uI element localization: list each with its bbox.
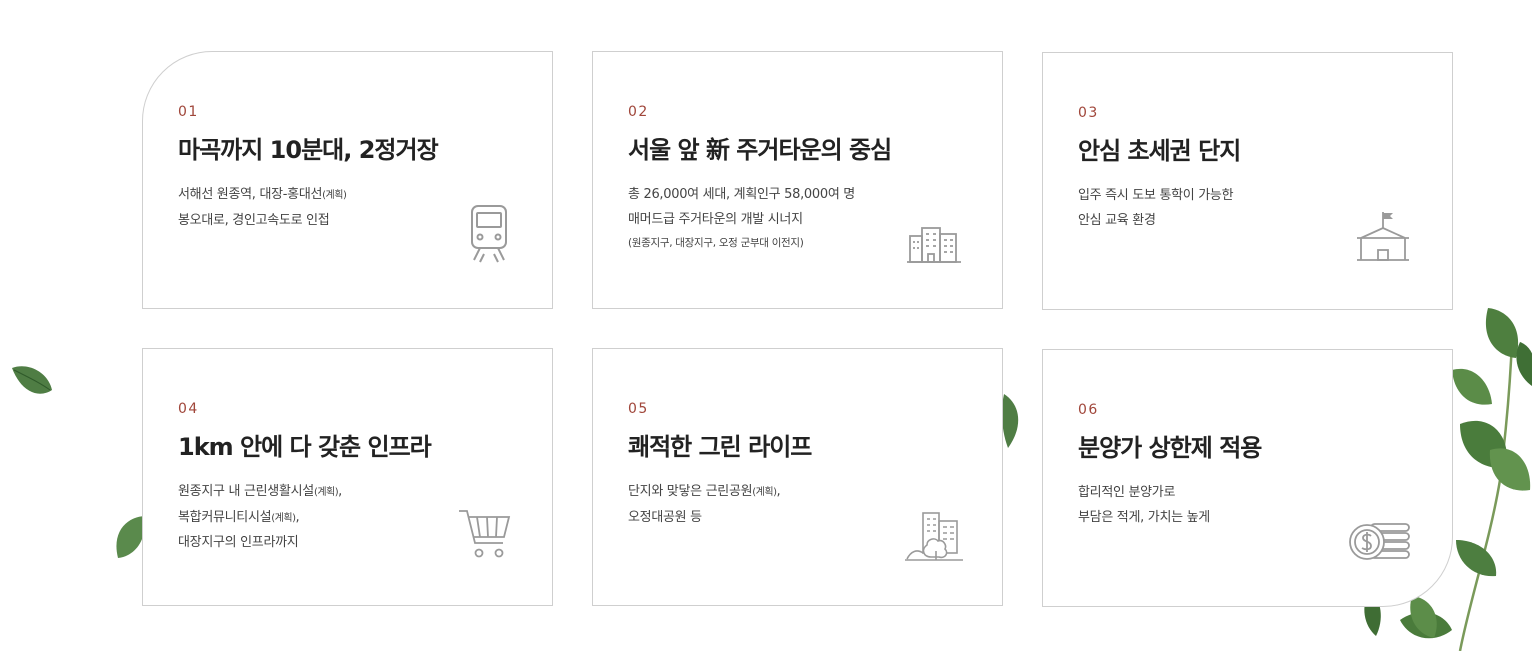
desc-note: (원종지구, 대장지구, 오정 군부대 이전지): [628, 237, 804, 249]
card-number: 02: [628, 104, 649, 120]
card-description: 입주 즉시 도보 통학이 가능한 안심 교육 환경: [1078, 184, 1234, 233]
feature-card-03: 03 안심 초세권 단지 입주 즉시 도보 통학이 가능한 안심 교육 환경: [1042, 52, 1453, 310]
feature-card-02: 02 서울 앞 新 주거타운의 중심 총 26,000여 세대, 계획인구 58…: [592, 51, 1003, 309]
card-title: 1km 안에 다 갖춘 인프라: [178, 433, 432, 461]
card-title: 마곡까지 10분대, 2정거장: [178, 136, 439, 164]
card-description: 총 26,000여 세대, 계획인구 58,000여 명 매머드급 주거타운의 …: [628, 183, 855, 254]
desc-line-1: 총 26,000여 세대, 계획인구 58,000여 명: [628, 187, 855, 202]
card-number: 05: [628, 401, 649, 417]
card-number: 04: [178, 401, 199, 417]
desc-line-1: 단지와 맞닿은 근린공원: [628, 484, 753, 499]
desc-line-2-tail: ,: [295, 509, 300, 525]
desc-line-2: 봉오대로, 경인고속도로 인접: [178, 212, 330, 228]
card-description: 원종지구 내 근린생활시설(계획), 복합커뮤니티시설(계획), 대장지구의 인…: [178, 480, 342, 556]
train-icon: [468, 204, 510, 264]
desc-line-2: 복합커뮤니티시설: [178, 509, 272, 525]
desc-line-3: 대장지구의 인프라까지: [178, 535, 299, 550]
feature-card-04: 04 1km 안에 다 갖춘 인프라 원종지구 내 근린생활시설(계획), 복합…: [142, 348, 553, 606]
card-number: 03: [1078, 105, 1099, 121]
desc-line-1-tail: ,: [338, 484, 342, 499]
card-description: 단지와 맞닿은 근린공원(계획), 오정대공원 등: [628, 480, 781, 530]
feature-card-06: 06 분양가 상한제 적용 합리적인 분양가로 부담은 적게, 가치는 높게: [1042, 349, 1453, 607]
desc-line-1: 원종지구 내 근린생활시설: [178, 484, 314, 499]
desc-line-2: 안심 교육 환경: [1078, 212, 1156, 228]
leaf-decoration-left: [12, 366, 52, 394]
park-icon: [905, 511, 963, 561]
school-icon: [1355, 210, 1411, 262]
desc-line-2: 오정대공원 등: [628, 509, 702, 525]
desc-line-1: 입주 즉시 도보 통학이 가능한: [1078, 188, 1234, 203]
desc-line-2: 매머드급 주거타운의 개발 시너지: [628, 211, 803, 227]
desc-line-1-note: (계획): [322, 190, 347, 201]
card-title: 쾌적한 그린 라이프: [628, 433, 812, 461]
desc-line-1-note: (계획): [313, 487, 339, 498]
card-number: 01: [178, 104, 199, 120]
desc-line-2-note: (계획): [271, 512, 296, 524]
desc-line-1-note: (계획): [752, 487, 777, 498]
card-title: 안심 초세권 단지: [1078, 137, 1241, 165]
card-number: 06: [1078, 402, 1099, 418]
desc-line-1: 서해선 원종역, 대장-홍대선: [178, 187, 323, 202]
cart-icon: [457, 507, 513, 561]
leaf-decoration-center: [1001, 394, 1019, 448]
desc-line-1: 합리적인 분양가로: [1078, 485, 1176, 500]
buildings-icon: [907, 226, 961, 264]
coins-icon: [1347, 520, 1411, 562]
card-description: 합리적인 분양가로 부담은 적게, 가치는 높게: [1078, 481, 1210, 530]
card-description: 서해선 원종역, 대장-홍대선(계획) 봉오대로, 경인고속도로 인접: [178, 183, 347, 233]
feature-card-01: 01 마곡까지 10분대, 2정거장 서해선 원종역, 대장-홍대선(계획) 봉…: [142, 51, 553, 309]
card-title: 서울 앞 新 주거타운의 중심: [628, 136, 892, 164]
feature-card-05: 05 쾌적한 그린 라이프 단지와 맞닿은 근린공원(계획), 오정대공원 등: [592, 348, 1003, 606]
desc-line-2: 부담은 적게, 가치는 높게: [1078, 509, 1210, 525]
card-title: 분양가 상한제 적용: [1078, 434, 1262, 462]
desc-line-1-tail: ,: [776, 484, 781, 499]
